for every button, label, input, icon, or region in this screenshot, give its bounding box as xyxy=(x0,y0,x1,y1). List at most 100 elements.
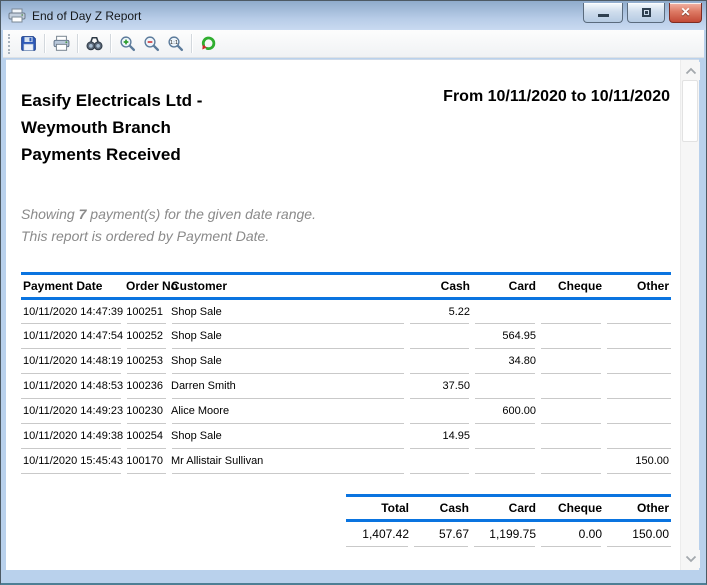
end-of-day-z-report-window: End of Day Z Report ✕ xyxy=(0,0,707,585)
column-header: Cheque xyxy=(538,274,604,299)
table-cell xyxy=(604,374,671,399)
print-icon xyxy=(53,35,70,52)
report-summary: Showing 7 payment(s) for the given date … xyxy=(21,203,316,247)
table-cell xyxy=(538,374,604,399)
table-cell xyxy=(472,374,538,399)
scroll-down-button[interactable] xyxy=(681,550,700,568)
totals-value-cell: 1,199.75 xyxy=(471,521,538,547)
table-row: 10/11/2020 14:47:39100251Shop Sale5.22 xyxy=(21,299,671,324)
table-cell: Shop Sale xyxy=(169,324,407,349)
table-cell: Darren Smith xyxy=(169,374,407,399)
table-cell xyxy=(538,299,604,324)
totals-column-header: Card xyxy=(471,496,538,521)
table-cell xyxy=(407,449,472,474)
window-controls: ✕ xyxy=(583,3,702,23)
table-cell: 34.80 xyxy=(472,349,538,374)
refresh-icon xyxy=(200,35,217,52)
vertical-scrollbar[interactable] xyxy=(680,60,699,570)
scroll-up-button[interactable] xyxy=(681,62,700,80)
table-row: 10/11/2020 14:48:53100236Darren Smith37.… xyxy=(21,374,671,399)
table-cell: 100170 xyxy=(124,449,169,474)
close-button[interactable]: ✕ xyxy=(669,3,702,23)
svg-text:1:1: 1:1 xyxy=(169,40,178,46)
table-row: 10/11/2020 14:49:38100254Shop Sale14.95 xyxy=(21,424,671,449)
table-cell xyxy=(538,324,604,349)
maximize-button[interactable] xyxy=(627,3,665,23)
totals-column-header: Cheque xyxy=(538,496,604,521)
table-cell xyxy=(538,424,604,449)
table-cell: 10/11/2020 14:47:39 xyxy=(21,299,124,324)
table-cell xyxy=(538,449,604,474)
report-title-line: Easify Electricals Ltd - xyxy=(21,87,351,114)
table-cell: 100236 xyxy=(124,374,169,399)
scrollbar-thumb[interactable] xyxy=(682,80,698,142)
table-cell xyxy=(472,449,538,474)
table-cell xyxy=(407,349,472,374)
table-cell: 150.00 xyxy=(604,449,671,474)
totals-column-header: Cash xyxy=(411,496,471,521)
refresh-button[interactable] xyxy=(196,32,220,56)
table-cell: 600.00 xyxy=(472,399,538,424)
report-title-line: Payments Received xyxy=(21,141,351,168)
minimize-icon xyxy=(598,14,609,17)
column-header: Other xyxy=(604,274,671,299)
report-page: Easify Electricals Ltd - Weymouth Branch… xyxy=(6,60,680,570)
table-cell xyxy=(538,399,604,424)
totals-value-cell: 1,407.42 xyxy=(346,521,411,547)
toolbar-separator xyxy=(110,34,111,53)
table-cell: 10/11/2020 14:48:53 xyxy=(21,374,124,399)
table-cell: 100254 xyxy=(124,424,169,449)
order-note: This report is ordered by Payment Date. xyxy=(21,225,316,247)
toolbar: 1:1 xyxy=(3,30,704,58)
close-icon: ✕ xyxy=(680,6,690,18)
table-cell: Shop Sale xyxy=(169,299,407,324)
column-header: Order No xyxy=(124,274,169,299)
table-cell xyxy=(604,299,671,324)
table-cell: Shop Sale xyxy=(169,424,407,449)
summary-line: Showing 7 payment(s) for the given date … xyxy=(21,203,316,225)
table-row: 10/11/2020 14:49:23100230Alice Moore600.… xyxy=(21,399,671,424)
zoom-in-icon xyxy=(119,35,136,52)
table-row: 10/11/2020 15:45:43100170Mr Allistair Su… xyxy=(21,449,671,474)
totals-table: TotalCashCardChequeOther 1,407.4257.671,… xyxy=(346,494,671,547)
totals-column-header: Total xyxy=(346,496,411,521)
chevron-down-icon xyxy=(685,555,697,563)
column-header: Cash xyxy=(407,274,472,299)
zoom-out-button[interactable] xyxy=(139,32,163,56)
totals-value-cell: 0.00 xyxy=(538,521,604,547)
column-header: Customer xyxy=(169,274,407,299)
totals-header-row: TotalCashCardChequeOther xyxy=(346,496,671,521)
toolbar-separator xyxy=(191,34,192,53)
find-button[interactable] xyxy=(82,32,106,56)
zoom-actual-size-icon: 1:1 xyxy=(167,35,184,52)
table-cell: 10/11/2020 14:48:19 xyxy=(21,349,124,374)
window-title: End of Day Z Report xyxy=(32,9,583,23)
table-cell: 10/11/2020 14:47:54 xyxy=(21,324,124,349)
table-cell: 10/11/2020 14:49:23 xyxy=(21,399,124,424)
payments-header-row: Payment DateOrder NoCustomerCashCardCheq… xyxy=(21,274,671,299)
report-title: Easify Electricals Ltd - Weymouth Branch… xyxy=(21,87,351,168)
zoom-in-button[interactable] xyxy=(115,32,139,56)
table-cell: 10/11/2020 14:49:38 xyxy=(21,424,124,449)
zoom-actual-size-button[interactable]: 1:1 xyxy=(163,32,187,56)
table-cell xyxy=(604,324,671,349)
column-header: Payment Date xyxy=(21,274,124,299)
table-cell: Shop Sale xyxy=(169,349,407,374)
binoculars-icon xyxy=(86,35,103,52)
toolbar-grip[interactable] xyxy=(8,34,11,54)
column-header: Card xyxy=(472,274,538,299)
print-button[interactable] xyxy=(49,32,73,56)
totals-column-header: Other xyxy=(604,496,671,521)
save-button[interactable] xyxy=(16,32,40,56)
minimize-button[interactable] xyxy=(583,3,623,23)
table-cell xyxy=(604,399,671,424)
table-cell: Alice Moore xyxy=(169,399,407,424)
table-cell: Mr Allistair Sullivan xyxy=(169,449,407,474)
table-cell xyxy=(472,424,538,449)
toolbar-separator xyxy=(77,34,78,53)
table-row: 10/11/2020 14:48:19100253Shop Sale34.80 xyxy=(21,349,671,374)
save-icon xyxy=(20,35,37,52)
totals-value-row: 1,407.4257.671,199.750.00150.00 xyxy=(346,521,671,547)
table-cell: 37.50 xyxy=(407,374,472,399)
table-cell xyxy=(407,324,472,349)
